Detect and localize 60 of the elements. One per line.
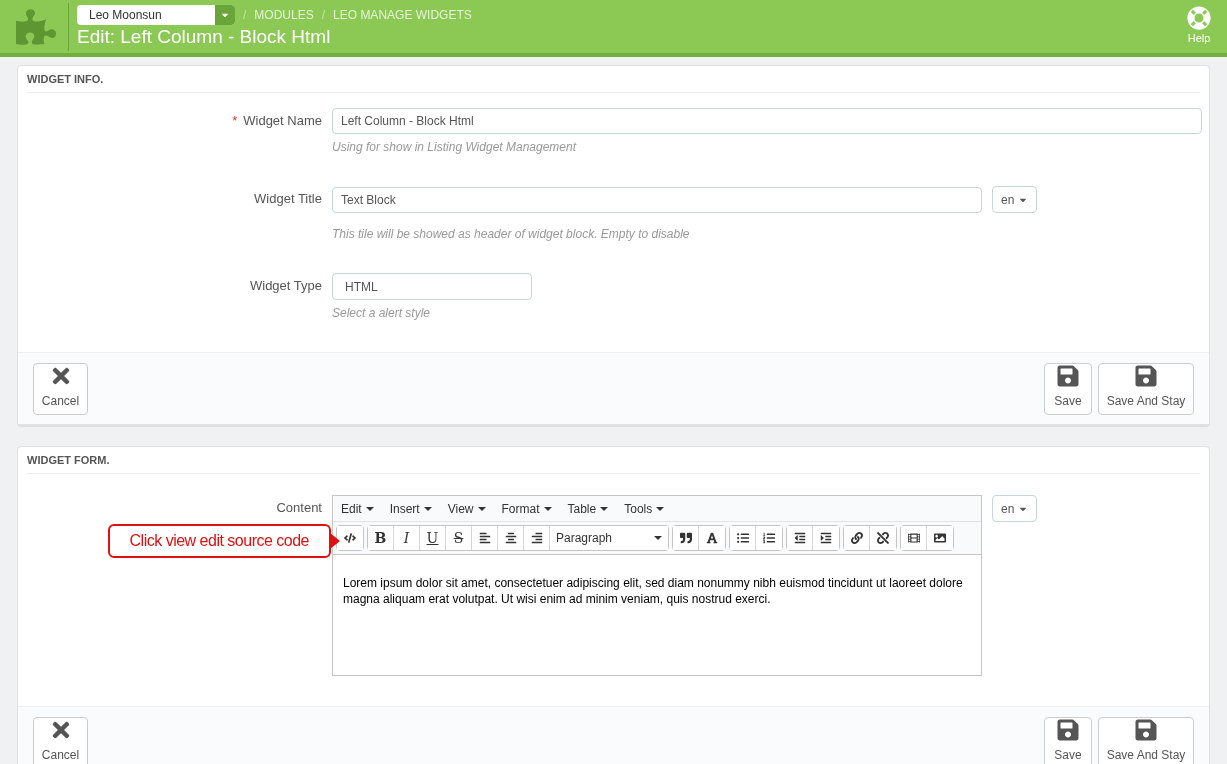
cancel-button[interactable]: Cancel	[33, 362, 88, 415]
save-icon	[1134, 717, 1158, 742]
outdent-icon	[793, 532, 806, 544]
save-icon	[1134, 363, 1158, 388]
required-mark: *	[232, 112, 238, 131]
lifebuoy-icon	[1187, 6, 1211, 31]
type-select[interactable]: HTML	[332, 273, 532, 300]
film-icon	[907, 532, 920, 544]
field-label: Content	[276, 499, 322, 518]
outdent-button[interactable]	[787, 526, 813, 550]
save-button[interactable]: Save	[1044, 716, 1092, 764]
panel-heading: WIDGET FORM.	[27, 452, 110, 468]
source-code-button[interactable]	[337, 526, 363, 550]
code-icon	[344, 532, 356, 544]
field-label: Widget Type	[249, 277, 322, 296]
unlink-icon	[877, 532, 889, 544]
editor-menu-item[interactable]: View	[447, 499, 486, 518]
cancel-button[interactable]: Cancel	[33, 716, 88, 764]
language-dropdown[interactable]: en	[992, 186, 1038, 213]
editor-menu-item[interactable]: Insert	[389, 499, 432, 518]
save-and-stay-button[interactable]: Save And Stay	[1098, 716, 1194, 764]
field-label: Widget Title	[254, 190, 322, 209]
link-button[interactable]	[844, 526, 870, 550]
language-dropdown[interactable]: en	[992, 495, 1038, 522]
breadcrumb-separator: /	[243, 6, 247, 24]
bold-button[interactable]: B	[368, 526, 394, 550]
save-icon	[1056, 717, 1080, 742]
bullet-list-button[interactable]	[730, 526, 756, 550]
editor-menu-item[interactable]: Table	[567, 499, 609, 518]
media-button[interactable]	[901, 526, 927, 550]
editor-menu-item[interactable]: Edit	[341, 499, 374, 518]
indent-icon	[820, 532, 832, 544]
field-hint: This tile will be showed as header of widget block. Empty to disable	[332, 227, 691, 241]
image-icon	[934, 532, 946, 544]
field-hint: Using for show in Listing Widget Management	[332, 140, 578, 154]
quote-icon	[679, 532, 692, 544]
editor-menu-item[interactable]: Tools	[624, 499, 665, 518]
align-right-icon	[530, 532, 543, 544]
numbered-list-icon	[763, 532, 775, 544]
field-label: Widget Name	[243, 112, 322, 131]
breadcrumb-separator: /	[321, 6, 326, 24]
save-button[interactable]: Save	[1044, 362, 1092, 415]
bullet-list-icon	[736, 532, 749, 544]
shop-dropdown[interactable]: Leo Moonsun	[77, 4, 235, 25]
align-center-icon	[504, 532, 517, 544]
page-title: Edit: Left Column - Block Html	[77, 24, 332, 49]
editor-body-text: Lorem ipsum dolor sit amet, consectetuer adipiscing elit, sed diam nonummy nibh euismod tincidunt ut laoreet dolore magna aliquam erat volutpat. Ut wisi enim ad minim veniam, quis nostrud exerci.	[342, 575, 964, 608]
save-icon	[1056, 363, 1080, 388]
save-and-stay-button[interactable]: Save And Stay	[1098, 362, 1194, 415]
field-hint: Select a alert style	[332, 306, 432, 320]
editor-menu-item[interactable]: Format	[501, 499, 552, 518]
text-color-icon	[706, 532, 718, 544]
align-left-icon	[478, 532, 491, 544]
puzzle-icon	[16, 6, 56, 47]
panel-heading: WIDGET INFO.	[27, 71, 104, 87]
link-icon	[850, 532, 863, 544]
text-input[interactable]: Text Block	[332, 186, 982, 213]
text-input[interactable]: Left Column - Block Html	[332, 108, 1202, 134]
callout-annotation: Click view edit source code	[107, 524, 340, 558]
blockquote-button[interactable]	[673, 526, 699, 550]
